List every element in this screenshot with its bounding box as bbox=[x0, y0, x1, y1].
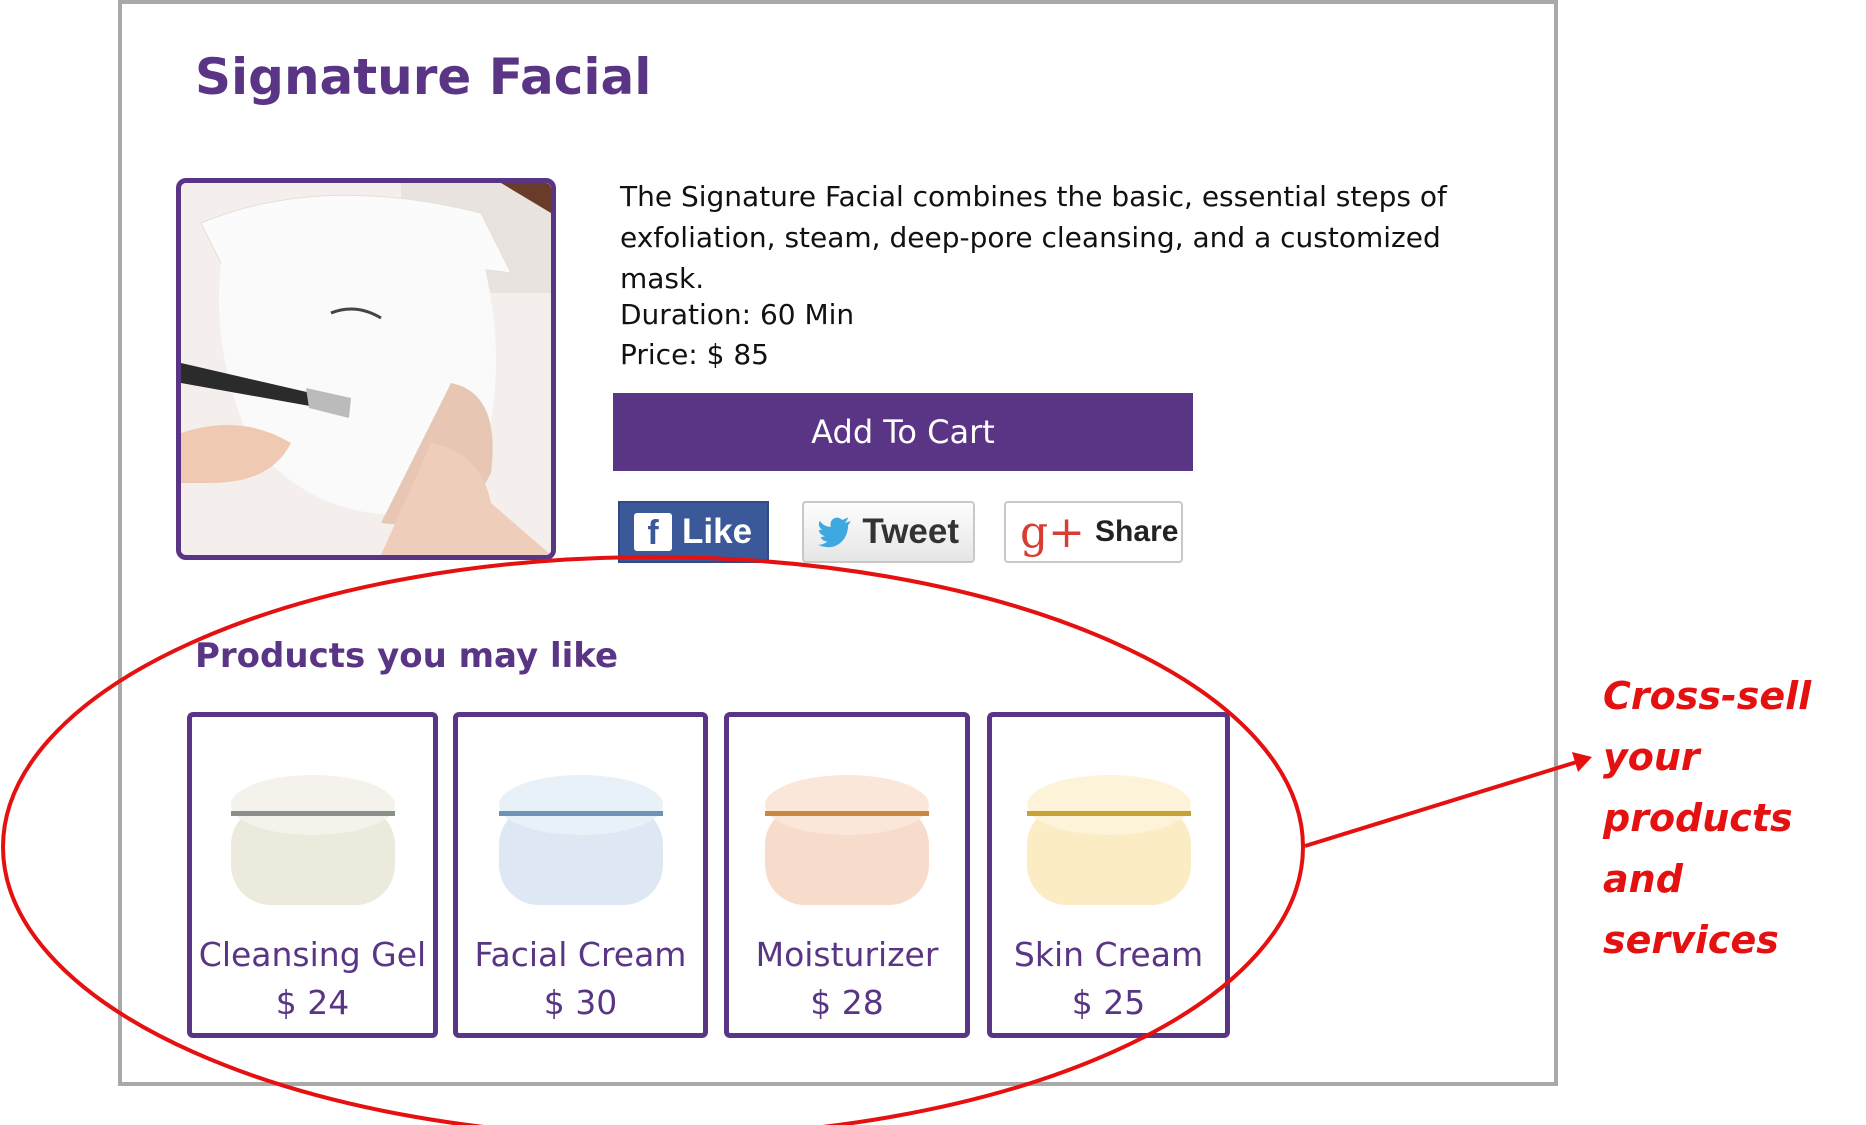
price-text: Price: $ 85 bbox=[620, 338, 769, 371]
product-card-facial-cream[interactable]: Facial Cream $ 30 bbox=[453, 712, 708, 1038]
page-title: Signature Facial bbox=[195, 48, 652, 106]
facebook-like-button[interactable]: f Like bbox=[618, 501, 769, 563]
add-to-cart-button[interactable]: Add To Cart bbox=[613, 393, 1193, 471]
twitter-bird-icon bbox=[818, 517, 851, 548]
note-line-3: and services bbox=[1603, 857, 1779, 962]
product-card-cleansing-gel[interactable]: Cleansing Gel $ 24 bbox=[187, 712, 438, 1038]
tweet-button[interactable]: Tweet bbox=[802, 501, 975, 563]
facial-mask-photo bbox=[181, 183, 551, 555]
note-line-1: Cross-sell bbox=[1603, 674, 1812, 718]
product-card-moisturizer[interactable]: Moisturizer $ 28 bbox=[724, 712, 970, 1038]
note-line-2: your products bbox=[1603, 735, 1793, 840]
hero-image bbox=[176, 178, 556, 560]
product-price: $ 30 bbox=[543, 983, 618, 1022]
product-name: Moisturizer bbox=[755, 935, 939, 974]
cross-sell-note: Cross-sell your products and services bbox=[1603, 666, 1863, 971]
related-products-title: Products you may like bbox=[195, 636, 619, 676]
like-label: Like bbox=[682, 512, 753, 551]
product-name: Skin Cream bbox=[1013, 935, 1204, 974]
product-price: $ 24 bbox=[275, 983, 350, 1022]
product-name: Cleansing Gel bbox=[198, 935, 427, 974]
product-price: $ 25 bbox=[1071, 983, 1146, 1022]
share-label: Share bbox=[1095, 515, 1179, 548]
product-price: $ 28 bbox=[810, 983, 884, 1022]
jar-image bbox=[498, 775, 663, 905]
service-description: The Signature Facial combines the basic,… bbox=[620, 180, 1447, 295]
google-plus-icon: g+ bbox=[1020, 506, 1086, 558]
product-name: Facial Cream bbox=[474, 935, 687, 974]
google-plus-share-button[interactable]: g+ Share bbox=[1004, 501, 1183, 563]
jar-image bbox=[765, 775, 929, 905]
duration-text: Duration: 60 Min bbox=[620, 298, 855, 331]
jar-image bbox=[230, 775, 395, 905]
jar-image bbox=[1026, 775, 1191, 905]
arrow-head-icon bbox=[1572, 752, 1592, 772]
tweet-label: Tweet bbox=[862, 512, 959, 551]
facebook-icon: f bbox=[634, 513, 672, 552]
product-card-skin-cream[interactable]: Skin Cream $ 25 bbox=[987, 712, 1230, 1038]
